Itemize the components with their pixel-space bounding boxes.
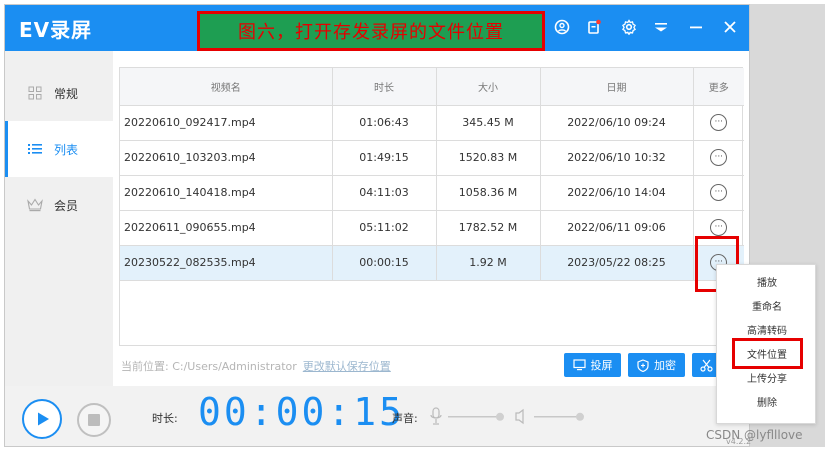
table-row[interactable]: 20220610_092417.mp4 01:06:43 345.45 M 20… — [120, 105, 744, 141]
column-header-duration[interactable]: 时长 — [332, 68, 437, 106]
table-header-row: 视频名 时长 大小 日期 更多 — [120, 68, 744, 106]
column-header-more: 更多 — [693, 68, 744, 106]
watermark: CSDN @lyflllove — [706, 428, 803, 442]
cell-duration: 01:49:15 — [332, 140, 437, 176]
cell-date: 2022/06/10 14:04 — [540, 175, 694, 211]
user-icon[interactable] — [551, 16, 573, 38]
crown-icon — [26, 196, 44, 214]
sidebar-item-list[interactable]: 列表 — [5, 121, 113, 177]
cell-duration: 05:11:02 — [332, 210, 437, 246]
mic-volume-slider — [448, 416, 500, 418]
cell-name: 20220611_090655.mp4 — [120, 210, 333, 246]
close-icon[interactable] — [719, 16, 741, 38]
annotation-caption: 图六，打开存发录屏的文件位置 — [197, 11, 545, 51]
play-button[interactable] — [22, 399, 62, 439]
speaker-icon — [515, 408, 524, 425]
minimize-icon[interactable] — [685, 16, 707, 38]
speaker-volume-handle — [576, 412, 584, 421]
highlight-file-location — [732, 338, 803, 369]
title-bar: EV录屏 图六，打开存发录屏的文件位置 — [5, 5, 749, 51]
sidebar-item-label: 常规 — [54, 86, 79, 101]
list-icon — [26, 140, 44, 158]
cell-name: 20220610_140418.mp4 — [120, 175, 333, 211]
sidebar-item-label: 会员 — [54, 198, 79, 213]
version-label: v4.2.2 — [726, 437, 752, 446]
change-save-location-link[interactable]: 更改默认保存位置 — [303, 360, 391, 373]
cell-name: 20220610_103203.mp4 — [120, 140, 333, 176]
recordings-table: 视频名 时长 大小 日期 更多 20220610_092417.mp4 01:0… — [119, 67, 744, 346]
recording-timer: 00:00:15 — [198, 390, 406, 434]
table-row[interactable]: 20220610_103203.mp4 01:49:15 1520.83 M 2… — [120, 140, 744, 176]
more-options-icon[interactable]: ··· — [710, 184, 728, 201]
table-row[interactable]: 20220610_140418.mp4 04:11:03 1058.36 M 2… — [120, 175, 744, 211]
shield-icon — [637, 358, 649, 372]
menu-item-delete[interactable]: 删除 — [717, 389, 817, 413]
cell-more: ··· — [693, 140, 744, 176]
column-header-name[interactable]: 视频名 — [120, 68, 333, 106]
scissors-icon — [699, 359, 713, 372]
table-row[interactable]: 20220611_090655.mp4 05:11:02 1782.52 M 2… — [120, 210, 744, 246]
menu-item-play[interactable]: 播放 — [717, 269, 817, 293]
sidebar-item-label: 列表 — [54, 142, 79, 157]
speaker-volume-slider — [534, 416, 580, 418]
microphone-icon — [430, 407, 442, 425]
cell-duration: 00:00:15 — [332, 245, 437, 281]
stop-button[interactable] — [77, 403, 111, 437]
cell-size: 1058.36 M — [436, 175, 541, 211]
more-options-icon[interactable]: ··· — [710, 114, 728, 131]
save-path: 当前位置: C:/Users/Administrator 更改默认保存位置 — [121, 358, 391, 374]
table-row-selected[interactable]: 20230522_082535.mp4 00:00:15 1.92 M 2023… — [120, 245, 744, 281]
cell-name: 20220610_092417.mp4 — [120, 105, 333, 141]
cast-button-label: 投屏 — [590, 359, 613, 372]
stop-icon — [88, 414, 100, 426]
menu-item-rename[interactable]: 重命名 — [717, 293, 817, 317]
duration-label: 时长: — [152, 412, 178, 425]
more-options-icon[interactable]: ··· — [710, 149, 728, 166]
cell-date: 2022/06/11 09:06 — [540, 210, 694, 246]
cast-button[interactable]: 投屏 — [564, 353, 621, 377]
menu-icon[interactable] — [650, 16, 672, 38]
cell-size: 1.92 M — [436, 245, 541, 281]
sidebar-item-general[interactable]: 常规 — [5, 65, 113, 121]
cell-size: 1520.83 M — [436, 140, 541, 176]
cell-duration: 01:06:43 — [332, 105, 437, 141]
audio-controls — [430, 407, 584, 425]
encrypt-button[interactable]: 加密 — [628, 353, 685, 377]
grid-icon — [26, 84, 44, 102]
cell-size: 345.45 M — [436, 105, 541, 141]
play-icon — [38, 412, 49, 426]
cell-more: ··· — [693, 105, 744, 141]
more-options-icon[interactable]: ··· — [710, 219, 728, 236]
cell-name: 20230522_082535.mp4 — [120, 245, 333, 281]
notification-icon[interactable] — [583, 16, 605, 38]
column-header-date[interactable]: 日期 — [540, 68, 694, 106]
cell-duration: 04:11:03 — [332, 175, 437, 211]
cell-more: ··· — [693, 175, 744, 211]
cell-date: 2022/06/10 09:24 — [540, 105, 694, 141]
cell-date: 2022/06/10 10:32 — [540, 140, 694, 176]
sidebar-item-member[interactable]: 会员 — [5, 177, 113, 233]
save-path-label: 当前位置: C:/Users/Administrator — [121, 360, 297, 373]
app-title: EV录屏 — [19, 18, 93, 42]
monitor-icon — [572, 359, 586, 371]
column-header-size[interactable]: 大小 — [436, 68, 541, 106]
encrypt-button-label: 加密 — [654, 359, 676, 372]
main-panel: 视频名 时长 大小 日期 更多 20220610_092417.mp4 01:0… — [113, 51, 749, 386]
cell-date: 2023/05/22 08:25 — [540, 245, 694, 281]
app-window: EV录屏 图六，打开存发录屏的文件位置 常规 列表 会员 视频名 时长 大小 日… — [4, 4, 750, 447]
gear-icon[interactable] — [618, 16, 640, 38]
mic-volume-handle — [496, 412, 504, 421]
sidebar: 常规 列表 会员 — [5, 51, 113, 386]
playback-bar: 时长: 00:00:15 声音: — [5, 386, 749, 446]
cell-size: 1782.52 M — [436, 210, 541, 246]
volume-label: 声音: — [392, 412, 418, 425]
